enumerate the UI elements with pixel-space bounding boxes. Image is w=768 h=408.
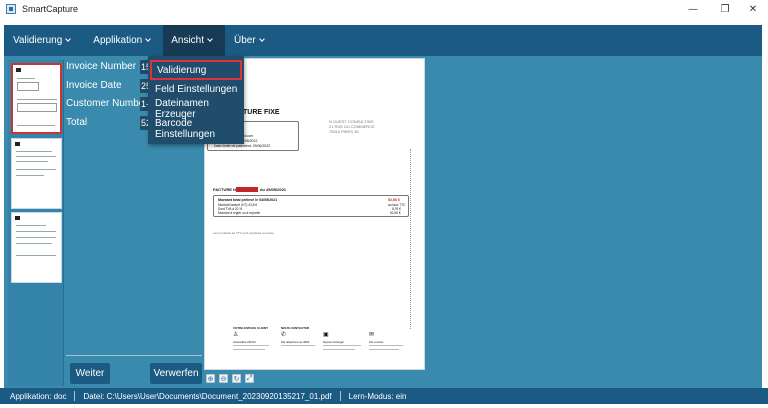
text-line xyxy=(17,125,55,126)
redacted-invoice-number xyxy=(236,187,258,192)
zoom-out-icon[interactable]: ⊖ xyxy=(219,374,228,383)
zoom-in-icon[interactable]: ⊕ xyxy=(206,374,215,383)
summary-amount: 52,56 € xyxy=(388,198,400,202)
dropdown-item-feld-einstellungen[interactable]: Feld Einstellungen xyxy=(148,79,244,99)
menu-label: Applikation xyxy=(93,35,143,46)
menu-validierung[interactable]: Validierung xyxy=(4,25,79,56)
rotate-icon[interactable]: ↻ xyxy=(232,374,241,383)
footer-item: Depuis l'étranger xyxy=(323,340,345,344)
text-line xyxy=(16,156,56,157)
ansicht-dropdown: Validierung Feld Einstellungen Dateiname… xyxy=(148,56,244,144)
text-line xyxy=(16,237,56,238)
summary-box: Montant total prélevé le 04/05/2021 Mont… xyxy=(213,195,409,217)
chevron-down-icon xyxy=(65,36,72,42)
margin-marks xyxy=(410,149,411,329)
text-line xyxy=(16,231,56,232)
text-line xyxy=(233,345,269,346)
document-note: Les montants en TTC sont exprimés en eur… xyxy=(213,231,274,235)
minimize-button[interactable]: — xyxy=(676,0,710,18)
text-line xyxy=(16,255,56,256)
text-line xyxy=(16,169,56,170)
international-icon: ▣ xyxy=(323,332,329,338)
text-block xyxy=(17,82,39,91)
summary-line: Montant à régler ou à reporter xyxy=(218,211,261,215)
divider xyxy=(66,355,202,356)
dropdown-item-dateinamen-erzeuger[interactable]: Dateinamen Erzeuger xyxy=(148,98,244,120)
client-line: Date limite de paiement: 29/06/2022 xyxy=(214,144,271,148)
dropdown-item-validierung[interactable]: Validierung xyxy=(150,60,242,80)
field-label-total: Total xyxy=(66,117,88,128)
close-button[interactable]: ✕ xyxy=(736,0,768,18)
field-label-customer-number: Customer Number xyxy=(66,98,148,109)
sender-line: 75015 PARIS 15 xyxy=(329,129,359,134)
user-icon: ♙ xyxy=(233,332,239,338)
text-line xyxy=(16,225,46,226)
status-separator xyxy=(74,391,76,401)
smartcapture-window: SmartCapture — ❐ ✕ Validierung Applikati… xyxy=(0,0,768,408)
footer-heading: VOTRE ESPACE CLIENT xyxy=(233,326,268,330)
footer-item: Accessible 24h/24 xyxy=(233,340,256,344)
mail-icon: ✉ xyxy=(369,332,375,338)
menu-label: Ansicht xyxy=(171,35,205,46)
text-line xyxy=(16,243,52,244)
invoice-date-text: du 25/05/2021 xyxy=(260,187,287,192)
menu-applikation[interactable]: Applikation xyxy=(79,25,159,56)
text-line xyxy=(281,345,315,346)
status-application: Applikation: doc xyxy=(10,391,67,401)
menu-ueber[interactable]: Über xyxy=(225,25,273,56)
logo-icon xyxy=(15,216,20,220)
chevron-down-icon xyxy=(258,36,265,42)
text-line xyxy=(16,175,44,176)
field-label-invoice-date: Invoice Date xyxy=(66,80,122,91)
page-thumbnails xyxy=(8,60,64,386)
text-line xyxy=(323,345,361,346)
field-label-invoice-number: Invoice Number xyxy=(66,61,137,72)
chevron-down-icon xyxy=(207,36,213,42)
summary-title: Montant total prélevé le 04/05/2021 xyxy=(218,198,278,202)
verwerfen-button[interactable]: Verwerfen xyxy=(150,363,202,384)
text-line xyxy=(369,349,399,350)
footer-heading: NOUS CONTACTER xyxy=(281,326,310,330)
menu-bar: Validierung Applikation Ansicht Über xyxy=(4,25,762,56)
menu-label: Validierung xyxy=(13,35,63,46)
status-separator xyxy=(339,391,341,401)
window-title: SmartCapture xyxy=(22,4,79,14)
page-thumbnail-2[interactable] xyxy=(11,138,62,209)
text-block xyxy=(17,103,57,112)
text-line xyxy=(16,161,48,162)
summary-amount: 52,56 € xyxy=(390,211,401,215)
app-icon xyxy=(6,4,16,14)
page-thumbnail-3[interactable] xyxy=(11,212,62,283)
phone-icon: ✆ xyxy=(281,332,287,338)
logo-icon xyxy=(16,68,21,72)
logo-icon xyxy=(15,142,20,146)
fit-page-icon[interactable]: ⤢ xyxy=(245,374,254,383)
title-bar: SmartCapture — ❐ ✕ xyxy=(0,0,768,18)
text-line xyxy=(16,151,52,152)
status-learn-mode: Lern-Modus: ein xyxy=(348,391,407,401)
footer-item: Par téléphone au 3900 xyxy=(281,340,310,344)
text-line xyxy=(369,345,403,346)
weiter-button[interactable]: Weiter xyxy=(70,363,110,384)
page-thumbnail-1[interactable] xyxy=(11,63,62,134)
status-file: Datei: C:\Users\User\Documents\Document_… xyxy=(83,391,332,401)
text-line xyxy=(17,99,57,100)
menu-ansicht[interactable]: Ansicht xyxy=(163,25,226,56)
menu-label: Über xyxy=(234,35,256,46)
status-bar: Applikation: doc Datei: C:\Users\User\Do… xyxy=(0,388,768,404)
text-line xyxy=(17,78,35,79)
invoice-number-label: FACTURE N° xyxy=(213,187,238,192)
footer-item: Par courrier xyxy=(369,340,384,344)
dropdown-item-barcode-einstellungen[interactable]: Barcode Einstellungen xyxy=(148,118,244,140)
main-panel: Invoice Number 15 Invoice Date 25 Custom… xyxy=(4,56,762,388)
text-line xyxy=(233,349,265,350)
text-line xyxy=(323,349,355,350)
chevron-down-icon xyxy=(145,36,152,42)
